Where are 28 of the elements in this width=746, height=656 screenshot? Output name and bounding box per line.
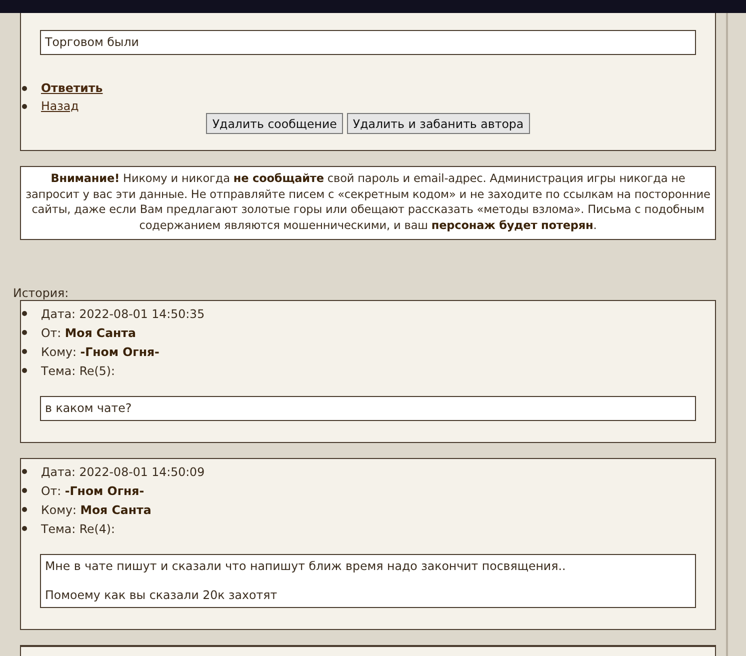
bullet-icon <box>22 104 27 108</box>
bullet-icon <box>22 526 27 531</box>
bullet-icon <box>22 86 27 90</box>
bullet-icon <box>22 349 27 354</box>
bullet-icon <box>22 469 27 474</box>
action-link[interactable]: Назад <box>41 99 79 113</box>
action-link[interactable]: Ответить <box>41 81 103 95</box>
message-field: Кому: -Гном Огня- <box>41 344 160 358</box>
message-text: в каком чате? <box>45 401 133 415</box>
history-label: История: <box>13 286 70 300</box>
bullet-icon <box>22 330 27 335</box>
bullet-icon <box>22 507 27 512</box>
bullet-icon <box>22 311 27 316</box>
message-field: Дата: 2022-08-01 14:50:35 <box>41 306 205 320</box>
delete-button[interactable]: Удалить сообщение <box>206 113 343 134</box>
message-field: От: Моя Санта <box>41 326 136 340</box>
message-field: Дата: 2022-08-01 14:50:09 <box>41 464 205 478</box>
bullet-icon <box>22 488 27 493</box>
message-field: Тема: Re(4): <box>41 522 115 536</box>
message-text: Помоему как вы сказали 20к захотят <box>45 588 278 602</box>
delete-button[interactable]: Удалить и забанить автора <box>346 113 530 134</box>
message-text: Торговом были <box>45 35 140 49</box>
message-field: Кому: Моя Санта <box>41 502 152 516</box>
message-field: Тема: Re(5): <box>41 364 115 378</box>
bullet-icon <box>22 368 27 373</box>
message-text: Мне в чате пишут и сказали что напишут ближ время надо закончит посвящения.. <box>45 559 567 573</box>
message-field: От: -Гном Огня- <box>41 484 144 498</box>
warning-notice: Внимание! Никому и никогда не сообщайте свой пароль и email-адрес. Администрация игры никогда не запросит у вас эти данные. Не отправляйте писем с «секретным кодом» и не заходите по ссылкам на посторонние сайты, даже если Вам предлагают золотые горы или обещают рассказать «методы взлома». Письма с подобным содержанием являются мошенническими, и ваш персонаж будет потерян. <box>20 166 716 240</box>
